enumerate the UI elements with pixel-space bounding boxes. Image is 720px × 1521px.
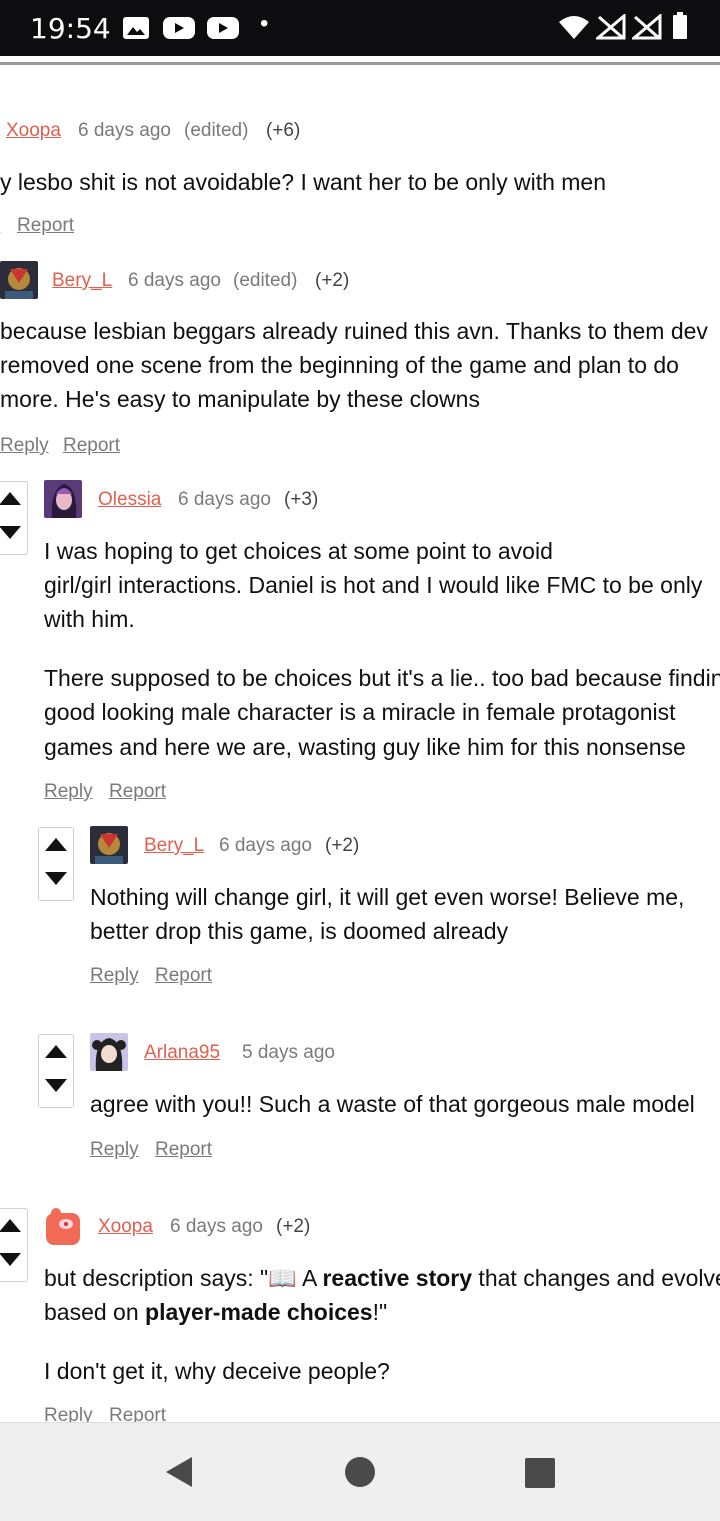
notification-dot: • [260, 10, 268, 38]
vote-control [0, 481, 28, 555]
report-link[interactable]: Report [155, 965, 212, 987]
comment-text: because lesbian beggars already ruined t… [0, 314, 708, 348]
reply-link[interactable]: Reply [44, 1405, 93, 1422]
upvote-icon[interactable] [0, 1219, 21, 1232]
comments-list[interactable]: Xoopa 6 days ago (edited) (+6) y lesbo s… [0, 65, 720, 1422]
edited-label: (edited) [184, 120, 248, 142]
downvote-icon[interactable] [0, 526, 21, 539]
youtube-icon [206, 16, 240, 40]
no-signal-icon [596, 14, 626, 40]
downvote-icon[interactable] [45, 1079, 67, 1092]
comment-author[interactable]: Bery_L [52, 270, 112, 292]
comment-text: more. He's easy to manipulate by these c… [0, 382, 480, 416]
comment-score: (+6) [266, 120, 300, 142]
avatar[interactable] [90, 826, 128, 864]
comment-text: I was hoping to get choices at some poin… [44, 534, 553, 568]
upvote-icon[interactable] [0, 492, 21, 505]
comment-text: but description says: "📖 A reactive stor… [44, 1261, 720, 1295]
comment-time: 6 days ago [128, 270, 221, 292]
report-link[interactable]: Report [109, 1405, 166, 1422]
recents-icon[interactable] [524, 1457, 556, 1489]
comment-text: y lesbo shit is not avoidable? I want he… [0, 165, 606, 199]
comment-text: girl/girl interactions. Daniel is hot an… [44, 568, 702, 602]
comment-score: (+2) [325, 835, 359, 857]
comment-time: 6 days ago [170, 1216, 263, 1238]
avatar[interactable] [90, 1033, 128, 1071]
comment-time: 6 days ago [78, 120, 171, 142]
report-link[interactable]: Report [63, 435, 120, 457]
battery-icon [672, 12, 688, 40]
report-link[interactable]: Report [155, 1139, 212, 1161]
comment-text: games and here we are, wasting guy like … [44, 730, 686, 764]
comment-score: (+2) [315, 270, 349, 292]
comment-text: better drop this game, is doomed already [90, 914, 508, 948]
edited-label: (edited) [233, 270, 297, 292]
youtube-icon [162, 16, 196, 40]
comment-text: agree with you!! Such a waste of that go… [90, 1087, 695, 1121]
vote-control [0, 1208, 28, 1282]
avatar[interactable] [44, 1207, 82, 1245]
comment-time: 6 days ago [178, 489, 271, 511]
reply-link[interactable]: Reply [0, 435, 49, 457]
no-signal-icon [632, 14, 662, 40]
comment-author[interactable]: Arlana95 [144, 1042, 220, 1064]
comment-author[interactable]: Bery_L [144, 835, 204, 857]
comment-time: 6 days ago [219, 835, 312, 857]
vote-control [38, 827, 74, 901]
navigation-bar [0, 1422, 720, 1521]
comment-text: removed one scene from the beginning of … [0, 348, 679, 382]
home-icon[interactable] [344, 1456, 376, 1488]
downvote-icon[interactable] [0, 1253, 21, 1266]
downvote-icon[interactable] [45, 872, 67, 885]
reply-link[interactable]: Reply [90, 965, 139, 987]
comment-author[interactable]: Olessia [98, 489, 161, 511]
comment-score: (+3) [284, 489, 318, 511]
avatar[interactable] [44, 480, 82, 518]
comment-text: good looking male character is a miracle… [44, 695, 676, 729]
reply-link[interactable]: Reply [44, 781, 93, 803]
comment-text: There supposed to be choices but it's a … [44, 661, 720, 695]
comment-time: 5 days ago [242, 1042, 335, 1064]
wifi-icon [558, 14, 590, 40]
back-icon[interactable] [162, 1455, 194, 1489]
avatar[interactable] [0, 261, 38, 299]
status-bar: 19:54 • [0, 0, 720, 56]
comment-author[interactable]: Xoopa [6, 120, 61, 142]
upvote-icon[interactable] [45, 838, 67, 851]
comment-author[interactable]: Xoopa [98, 1216, 153, 1238]
book-icon: 📖 [268, 1265, 297, 1291]
clock: 19:54 [30, 12, 111, 45]
comment-score: (+2) [276, 1216, 310, 1238]
reply-link[interactable]: Reply [90, 1139, 139, 1161]
comment-text: with him. [44, 602, 135, 636]
comment-text: Nothing will change girl, it will get ev… [90, 880, 684, 914]
upvote-icon[interactable] [45, 1045, 67, 1058]
gallery-icon [122, 16, 150, 40]
comment-text: I don't get it, why deceive people? [44, 1354, 390, 1388]
report-link[interactable]: Report [109, 781, 166, 803]
report-link[interactable]: Report [17, 215, 74, 237]
vote-control [38, 1034, 74, 1108]
comment-text: based on player-made choices!" [44, 1295, 387, 1329]
